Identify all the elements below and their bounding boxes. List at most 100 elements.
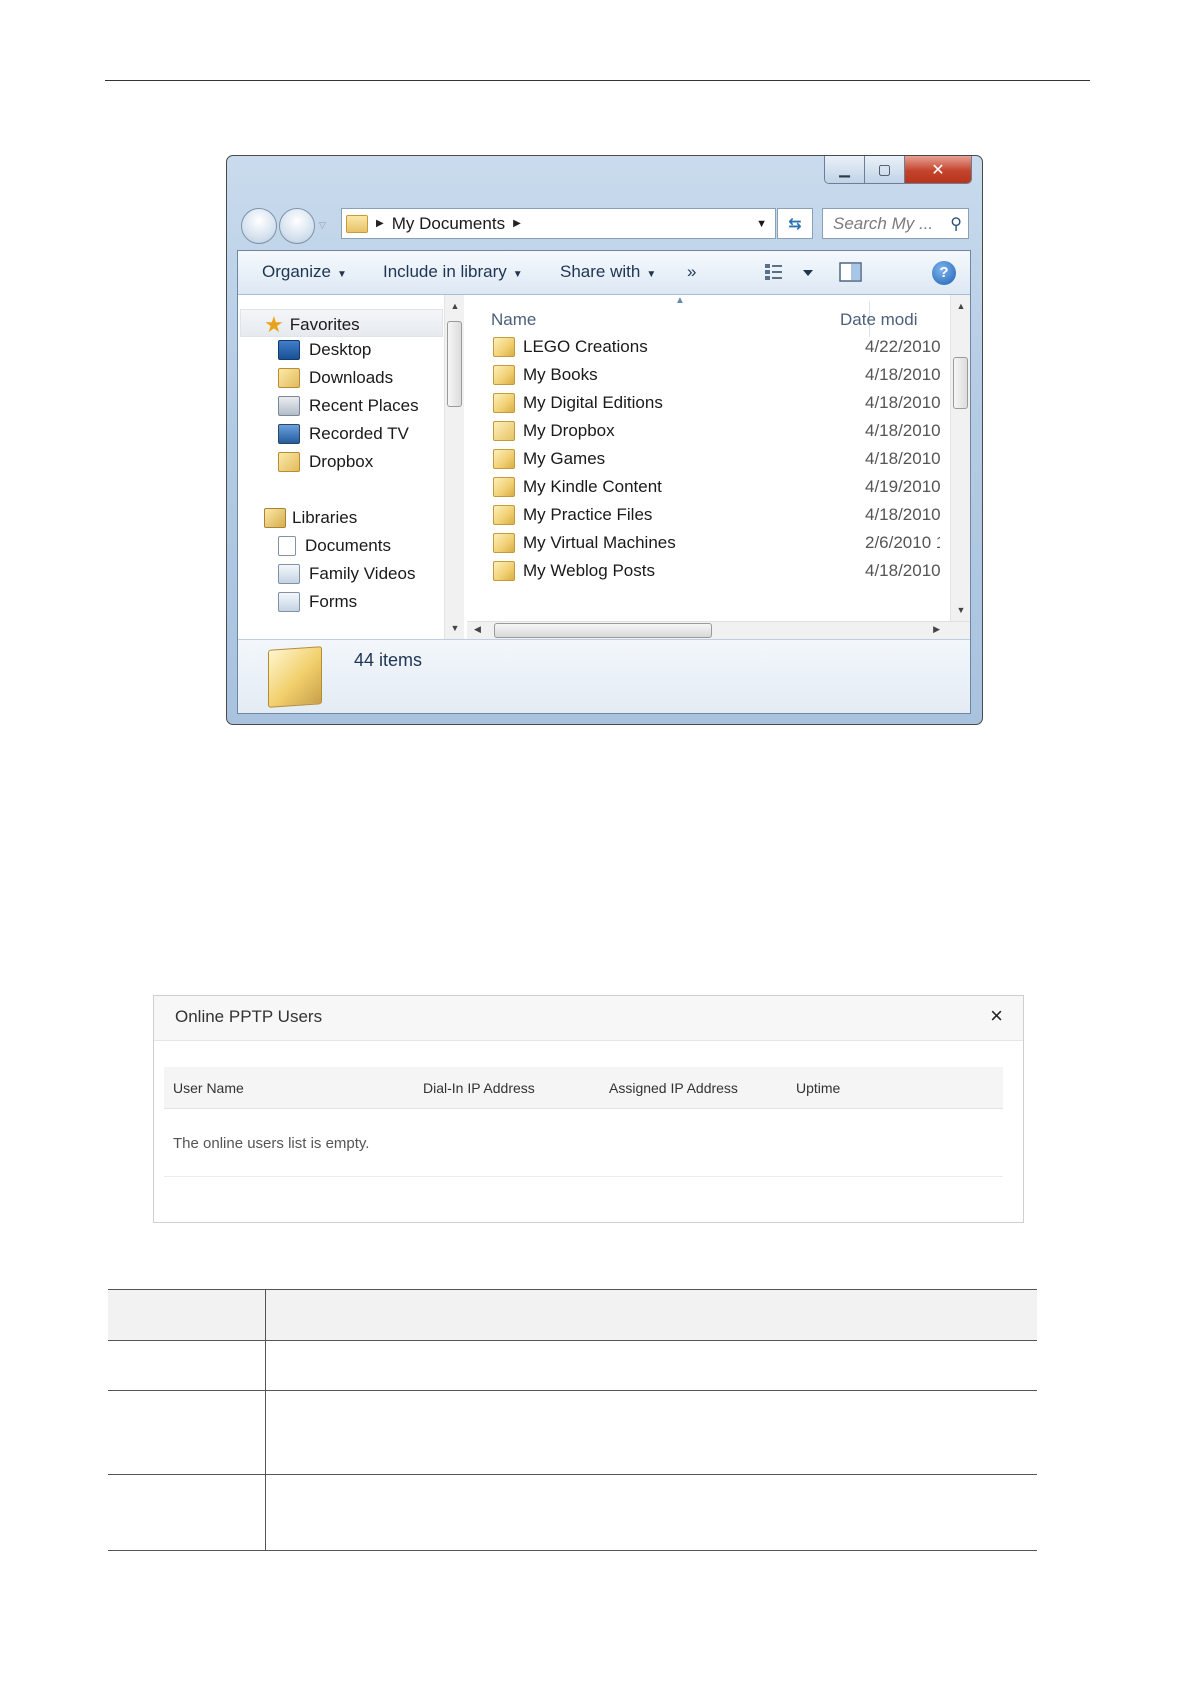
folder-icon [268, 646, 322, 708]
nav-item-desktop[interactable]: Desktop [278, 340, 371, 360]
more-label: » [687, 262, 697, 281]
nav-item-documents[interactable]: Documents [278, 536, 391, 556]
folder-icon [493, 505, 515, 525]
chevron-right-icon[interactable]: ▶ [376, 218, 384, 229]
file-row[interactable]: My Games 4/18/2010 : [493, 445, 940, 473]
file-row[interactable]: My Books 4/18/2010 : [493, 361, 940, 389]
nav-item-recent-places[interactable]: Recent Places [278, 396, 419, 416]
nav-item-recorded-tv[interactable]: Recorded TV [278, 424, 409, 444]
file-list-scrollbar[interactable]: ▲ ▼ [950, 295, 970, 621]
address-bar[interactable]: ▶ My Documents ▶ ▼ [341, 208, 776, 239]
column-header-assigned-ip: Assigned IP Address [609, 1080, 738, 1096]
column-header-name[interactable]: Name [491, 310, 536, 330]
forms-icon [278, 592, 300, 612]
search-icon[interactable]: ⚲ [950, 214, 962, 234]
file-date: 4/22/2010 : [865, 337, 940, 356]
minimize-button[interactable]: ▁ [825, 156, 865, 183]
file-row[interactable]: My Kindle Content 4/19/2010 : [493, 473, 940, 501]
scroll-down-icon[interactable]: ▼ [951, 605, 970, 615]
downloads-icon [278, 368, 300, 388]
file-name: LEGO Creations [523, 337, 648, 356]
file-row[interactable]: LEGO Creations 4/22/2010 : [493, 333, 940, 361]
file-date: 4/18/2010 : [865, 505, 940, 524]
folder-icon [493, 561, 515, 581]
explorer-body: Organize ▼ Include in library ▼ Share with… [237, 250, 971, 714]
file-date: 4/19/2010 : [865, 477, 940, 496]
address-text: My Documents [391, 213, 506, 233]
share-with-menu[interactable]: Share with ▼ [560, 262, 656, 282]
maximize-button[interactable]: ▢ [865, 156, 905, 183]
column-header-user-name: User Name [173, 1080, 244, 1096]
libraries-label: Libraries [292, 508, 358, 527]
scroll-left-icon[interactable]: ◀ [474, 624, 481, 635]
users-table-header: User Name Dial-In IP Address Assigned IP… [164, 1067, 1003, 1109]
table-header-row [108, 1289, 1037, 1341]
file-name: My Dropbox [523, 421, 615, 440]
close-icon[interactable]: × [990, 1005, 1003, 1027]
scroll-up-icon[interactable]: ▲ [445, 301, 464, 311]
nav-scroll-thumb[interactable] [447, 321, 462, 407]
recent-pages-icon[interactable]: ▽ [319, 220, 326, 231]
nav-scrollbar[interactable]: ▲ ▼ [444, 295, 464, 639]
back-button[interactable] [241, 208, 277, 244]
chevron-down-icon: ▼ [512, 269, 523, 280]
empty-list-message: The online users list is empty. [173, 1135, 370, 1152]
nav-favorites[interactable]: ★ Favorites [264, 312, 360, 338]
forward-button[interactable] [279, 208, 315, 244]
column-header-dial-in-ip: Dial-In IP Address [423, 1080, 535, 1096]
folder-icon [493, 337, 515, 357]
file-row[interactable]: My Digital Editions 4/18/2010 : [493, 389, 940, 417]
file-date: 4/18/2010 : [865, 449, 940, 468]
help-button[interactable]: ? [932, 261, 956, 285]
chevron-down-icon[interactable]: ▼ [756, 218, 767, 230]
file-row[interactable]: My Dropbox 4/18/2010 : [493, 417, 940, 445]
include-label: Include in library [383, 262, 507, 281]
chevron-right-icon[interactable]: ▶ [513, 218, 521, 229]
nav-item-dropbox[interactable]: Dropbox [278, 452, 373, 472]
header-rule [105, 80, 1090, 81]
preview-pane-button[interactable] [838, 261, 864, 288]
view-options-button[interactable] [763, 261, 823, 288]
search-placeholder: Search My ... [833, 213, 934, 233]
nav-item-label: Recent Places [309, 396, 419, 415]
file-row[interactable]: My Virtual Machines 2/6/2010 1( [493, 529, 940, 557]
chevron-down-icon: ▼ [646, 269, 657, 280]
folder-icon [493, 365, 515, 385]
star-icon: ★ [264, 312, 284, 337]
folder-icon [493, 533, 515, 553]
file-date: 4/18/2010 : [865, 365, 940, 384]
nav-item-label: Family Videos [309, 564, 416, 583]
file-row[interactable]: My Practice Files 4/18/2010 : [493, 501, 940, 529]
recorded-tv-icon [278, 424, 300, 444]
refresh-button[interactable]: ⇆ [777, 208, 813, 239]
horizontal-scrollbar[interactable]: ◀ ▶ [467, 621, 970, 639]
nav-item-downloads[interactable]: Downloads [278, 368, 393, 388]
nav-item-label: Documents [305, 536, 391, 555]
more-commands-button[interactable]: » [687, 262, 696, 282]
include-in-library-menu[interactable]: Include in library ▼ [383, 262, 523, 282]
file-scroll-thumb[interactable] [953, 357, 968, 409]
organize-menu[interactable]: Organize ▼ [262, 262, 347, 282]
scroll-right-icon[interactable]: ▶ [933, 624, 940, 635]
pptp-users-dialog: Online PPTP Users × User Name Dial-In IP… [153, 995, 1024, 1223]
nav-item-forms[interactable]: Forms [278, 592, 357, 612]
column-header-date[interactable]: Date modi [840, 310, 917, 330]
documents-icon [278, 536, 296, 556]
file-name: My Weblog Posts [523, 561, 655, 580]
folder-icon [346, 214, 368, 233]
search-input[interactable]: Search My ... ⚲ [822, 208, 969, 239]
nav-item-label: Desktop [309, 340, 372, 359]
navigation-pane: ★ Favorites Desktop Downloads Recent Pla… [238, 295, 464, 639]
close-button[interactable]: ✕ [905, 156, 971, 183]
scroll-up-icon[interactable]: ▲ [951, 301, 970, 311]
table-bottom-rule [108, 1550, 1037, 1551]
scroll-down-icon[interactable]: ▼ [445, 623, 464, 633]
desktop-icon [278, 340, 300, 360]
details-pane: 44 items [238, 639, 970, 713]
nav-libraries[interactable]: Libraries [264, 508, 357, 528]
nav-item-family-videos[interactable]: Family Videos [278, 564, 415, 584]
file-list-pane: ▲ Name Date modi LEGO Creations 4/22/2010… [467, 295, 970, 639]
table-divider [164, 1176, 1003, 1177]
file-row[interactable]: My Weblog Posts 4/18/2010 : [493, 557, 940, 585]
horizontal-scroll-thumb[interactable] [494, 623, 712, 638]
